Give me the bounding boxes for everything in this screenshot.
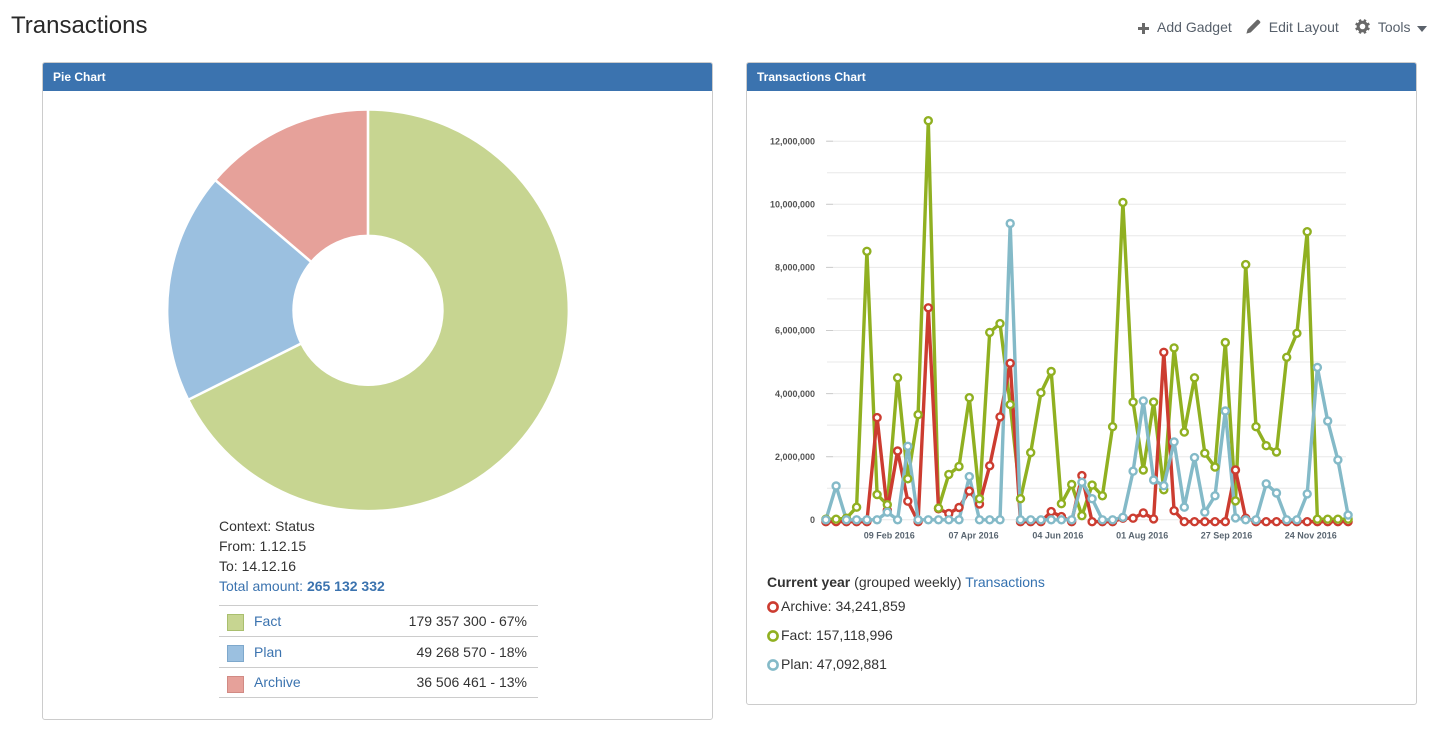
svg-text:10,000,000: 10,000,000 [770, 200, 815, 210]
svg-text:09 Feb 2016: 09 Feb 2016 [864, 531, 915, 541]
svg-text:07 Apr 2016: 07 Apr 2016 [948, 531, 998, 541]
svg-text:4,000,000: 4,000,000 [775, 389, 815, 399]
svg-text:12,000,000: 12,000,000 [770, 136, 815, 146]
svg-text:6,000,000: 6,000,000 [775, 326, 815, 336]
svg-text:24 Nov 2016: 24 Nov 2016 [1285, 531, 1337, 541]
svg-text:04 Jun 2016: 04 Jun 2016 [1032, 531, 1083, 541]
svg-text:2,000,000: 2,000,000 [775, 452, 815, 462]
svg-text:8,000,000: 8,000,000 [775, 263, 815, 273]
svg-text:01 Aug 2016: 01 Aug 2016 [1116, 531, 1168, 541]
svg-text:27 Sep 2016: 27 Sep 2016 [1201, 531, 1253, 541]
svg-text:0: 0 [810, 515, 815, 525]
